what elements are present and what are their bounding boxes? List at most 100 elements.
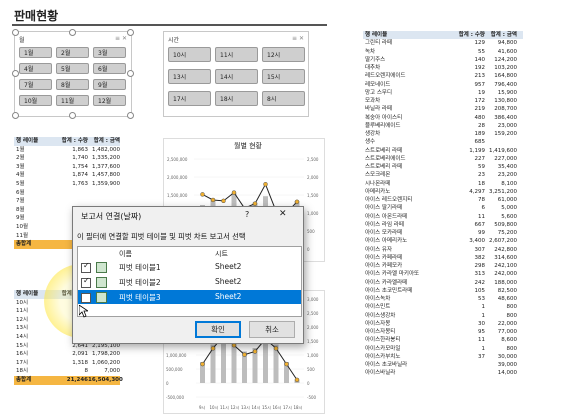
report-list[interactable]: 이름 시트 ✓ 피벗 테이블1 Sheet2 ✓ 피벗 테이블2 Sheet2 피벗 테이블… — [77, 246, 302, 317]
table-cell: 23 — [478, 172, 485, 179]
table-cell: 아이스민트 — [365, 304, 391, 311]
table-cell: 스트로베리 라떼 — [365, 164, 403, 170]
month-button[interactable]: 5월 — [56, 63, 89, 74]
table-cell: 14시 — [16, 333, 29, 340]
cancel-button[interactable]: 취소 — [249, 321, 295, 338]
y-right-tick: -500 — [307, 395, 317, 400]
table-cell: 94,800 — [497, 40, 517, 47]
month-button[interactable]: 6월 — [93, 63, 126, 74]
month-button[interactable]: 10월 — [19, 95, 52, 106]
table-cell: 382 — [474, 254, 486, 261]
table-row: 아이스 모카라떼 99 75,200 — [363, 229, 523, 237]
close-button[interactable]: ✕ — [279, 209, 287, 219]
table-row: 3월 1,754 1,377,600 — [14, 163, 120, 172]
resize-handle[interactable] — [127, 29, 134, 36]
table-cell: 1,874 — [72, 172, 88, 179]
resize-handle[interactable] — [127, 112, 134, 119]
resize-handle[interactable] — [69, 112, 76, 119]
slicer-filter-icons[interactable]: ≡ ✕ — [292, 35, 304, 42]
table-row: 아이스바닐라 14,000 — [363, 369, 523, 377]
slicer-filter-icons[interactable]: ≡ ✕ — [115, 35, 127, 42]
ok-button[interactable]: 확인 — [195, 321, 241, 338]
table-cell: 6월 — [16, 189, 25, 196]
line-point — [252, 349, 258, 354]
table-cell: 스모크레몬 — [365, 172, 391, 179]
time-button[interactable]: 8시 — [262, 91, 305, 106]
month-button[interactable]: 2월 — [56, 47, 89, 58]
check-icon: ✓ — [83, 261, 90, 270]
table-cell: 18 — [478, 180, 485, 187]
time-button[interactable]: 15시 — [262, 69, 305, 84]
table-cell: 164,800 — [494, 73, 517, 80]
resize-handle[interactable] — [12, 70, 19, 77]
month-button[interactable]: 4월 — [19, 63, 52, 74]
table-cell: 140 — [474, 56, 486, 63]
x-tick: 15시 — [262, 405, 271, 410]
resize-handle[interactable] — [12, 112, 19, 119]
report-list-item[interactable]: ✓ 피벗 테이블1 Sheet2 — [78, 260, 301, 274]
table-cell: 800 — [506, 345, 518, 352]
time-button[interactable]: 18시 — [215, 91, 258, 106]
table-cell: 1월 — [16, 146, 25, 153]
x-tick: 16시 — [273, 405, 282, 410]
resize-handle[interactable] — [12, 29, 19, 36]
time-button[interactable]: 10시 — [168, 47, 211, 62]
x-tick: 10시 — [210, 405, 219, 410]
y-right-tick: 500 — [307, 229, 315, 234]
resize-handle[interactable] — [127, 70, 134, 77]
month-button[interactable]: 7월 — [19, 79, 52, 90]
header-cell: 행 레이블 — [16, 138, 39, 144]
time-button[interactable]: 17시 — [168, 91, 211, 106]
table-cell: 아이스자몽티 — [365, 329, 396, 335]
table-cell: 5,600 — [501, 213, 517, 220]
time-button[interactable]: 11시 — [215, 47, 258, 62]
report-checkbox[interactable] — [81, 293, 91, 303]
table-cell: 1,740 — [72, 155, 88, 162]
report-list-item[interactable]: 피벗 테이블3 Sheet2 — [78, 290, 301, 304]
line-point — [210, 197, 216, 203]
help-button[interactable]: ? — [245, 210, 249, 219]
month-button[interactable]: 8월 — [56, 79, 89, 90]
month-button[interactable]: 12월 — [93, 95, 126, 106]
time-slicer[interactable]: 시간 ≡ ✕ 10시 11시 12시 13시 14시 15시 17시 18시 8시 — [163, 31, 309, 117]
time-button[interactable]: 12시 — [262, 47, 305, 62]
table-cell: 75,200 — [497, 230, 517, 236]
table-cell: 아이스 카페모카 — [365, 263, 403, 269]
table-cell: 7월 — [16, 198, 25, 205]
report-checkbox[interactable]: ✓ — [81, 276, 91, 288]
y-right-tick: 2,500 — [307, 157, 319, 162]
table-row: 2월 1,740 1,335,200 — [14, 154, 120, 163]
table-cell: 생강차 — [365, 131, 381, 137]
table-row: 스트로베리에이드 227 227,000 — [363, 155, 523, 163]
table-cell: 95 — [478, 329, 485, 335]
pivot-table-icon — [96, 292, 107, 303]
report-list-item[interactable]: ✓ 피벗 테이블2 Sheet2 — [78, 275, 301, 289]
report-checkbox[interactable]: ✓ — [81, 261, 91, 273]
table-row: 아이스자몽티 95 77,000 — [363, 328, 523, 336]
table-cell: 103,200 — [494, 65, 517, 71]
table-cell: 녹차 — [365, 48, 376, 55]
month-button[interactable]: 1월 — [19, 47, 52, 58]
y-left-tick: 0 — [166, 381, 169, 386]
report-connections-dialog[interactable]: 보고서 연결(날짜) ? ✕ 이 필터에 연결할 피벗 테이블 및 피벗 차트 … — [72, 206, 304, 344]
table-cell: 아이스 초코바닐라 — [365, 362, 408, 368]
pivot-table-icon — [96, 277, 107, 288]
header-cell: 합계 : 수량 — [458, 32, 485, 38]
table-cell: 1,763 — [72, 180, 88, 187]
resize-handle[interactable] — [69, 29, 76, 36]
report-sheet: Sheet2 — [215, 292, 242, 301]
table-cell: 1 — [481, 304, 486, 311]
month-button[interactable]: 9월 — [93, 79, 126, 90]
table-row: 아이스민트 1 800 — [363, 303, 523, 311]
month-slicer[interactable]: 월 ≡ ✕ 1월 2월 3월 4월 5월 6월 7월 8월 9월 10월 11월 12월 — [14, 31, 132, 117]
month-button[interactable]: 11월 — [56, 95, 89, 106]
table-cell: 아이스 카라멜 마키아또 — [365, 271, 420, 278]
table-cell: 386,400 — [494, 114, 517, 121]
header-cell: 합계 : 금액 — [490, 32, 517, 38]
table-row: 아이스 카라멜 마키아또 313 242,000 — [363, 270, 523, 278]
time-button[interactable]: 13시 — [168, 69, 211, 84]
x-tick: 9시 — [199, 405, 206, 410]
time-button[interactable]: 14시 — [215, 69, 258, 84]
month-button[interactable]: 3월 — [93, 47, 126, 58]
table-cell: 59 — [478, 164, 485, 170]
